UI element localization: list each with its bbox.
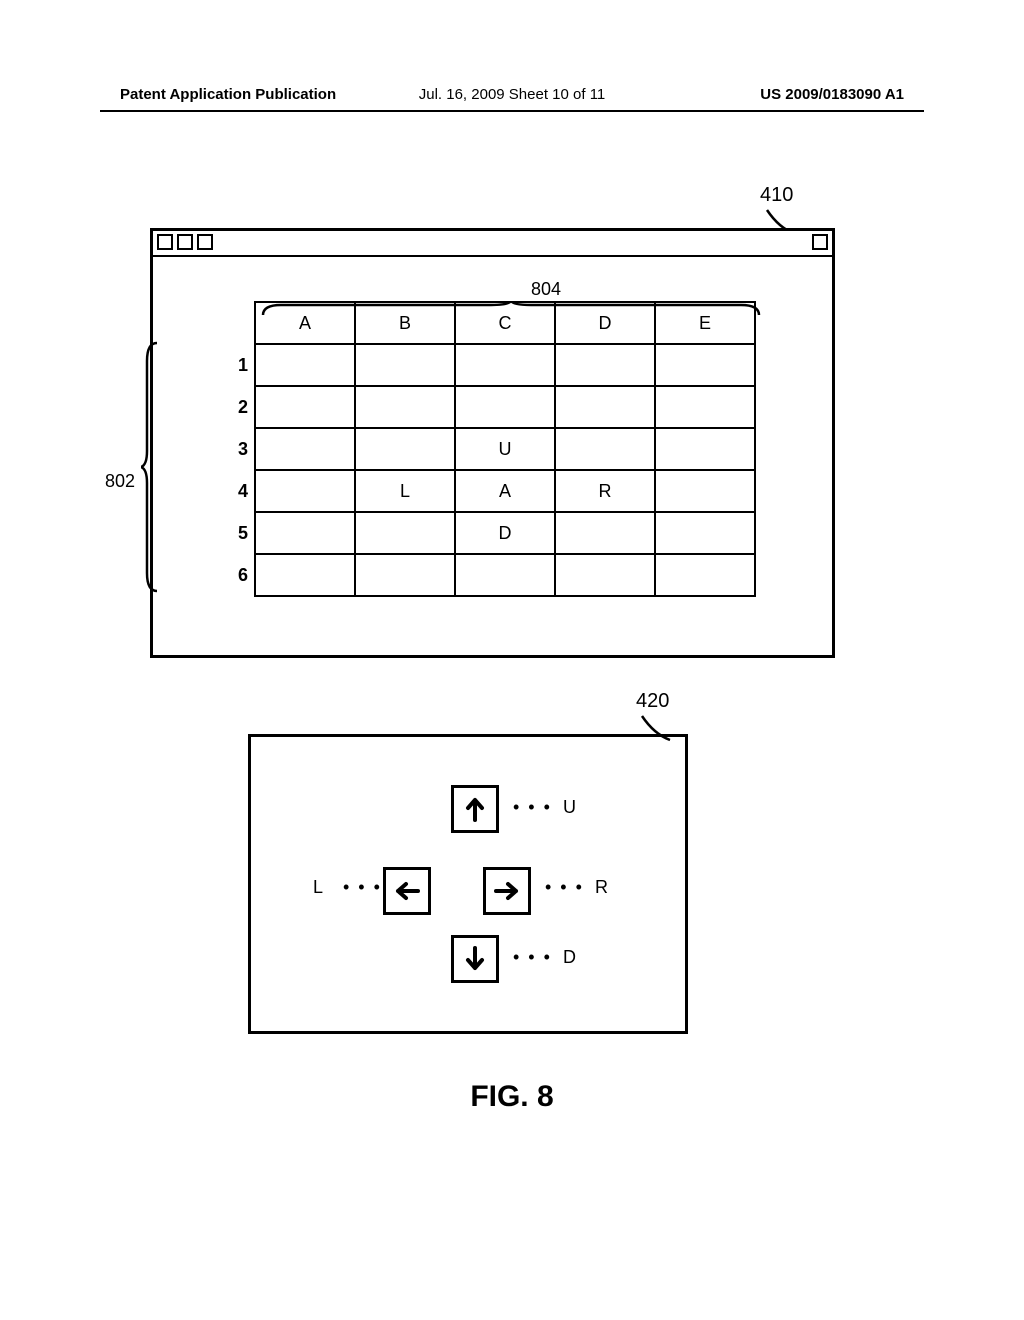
header-center: Jul. 16, 2009 Sheet 10 of 11	[419, 86, 606, 103]
cell[interactable]	[455, 344, 555, 386]
cell[interactable]	[255, 428, 355, 470]
col-header[interactable]: E	[655, 302, 755, 344]
table-row: 5 D	[225, 512, 755, 554]
cell[interactable]	[355, 386, 455, 428]
cell[interactable]	[555, 554, 655, 596]
cell[interactable]	[255, 470, 355, 512]
dots: • • •	[545, 877, 584, 898]
cell[interactable]	[455, 554, 555, 596]
cell[interactable]	[455, 386, 555, 428]
cell[interactable]	[655, 386, 755, 428]
table-row: 1	[225, 344, 755, 386]
row-header[interactable]: 6	[225, 554, 255, 596]
window-control-icon[interactable]	[177, 234, 193, 250]
ref-410: 410	[760, 184, 793, 207]
ref-804: 804	[531, 279, 561, 300]
titlebar	[153, 231, 832, 257]
row-header[interactable]: 2	[225, 386, 255, 428]
cell[interactable]	[555, 344, 655, 386]
col-header[interactable]: B	[355, 302, 455, 344]
ref-420: 420	[636, 690, 669, 713]
titlebar-right-controls	[812, 234, 828, 250]
table-row: 3 U	[225, 428, 755, 470]
ref-802: 802	[105, 471, 135, 492]
arrow-down-key[interactable]	[451, 935, 499, 983]
window-control-icon[interactable]	[197, 234, 213, 250]
keypad-panel: • • • U L • • • • • • R • • •	[248, 734, 688, 1034]
label-r: R	[595, 877, 608, 898]
cell[interactable]	[255, 344, 355, 386]
cell[interactable]	[655, 470, 755, 512]
header-right: US 2009/0183090 A1	[760, 86, 904, 103]
row-header[interactable]: 4	[225, 470, 255, 512]
row-header[interactable]: 5	[225, 512, 255, 554]
corner-cell	[225, 302, 255, 344]
dots: • • •	[513, 947, 552, 968]
cell[interactable]: A	[455, 470, 555, 512]
dots: • • •	[343, 877, 382, 898]
column-header-row: A B C D E	[225, 302, 755, 344]
cell[interactable]	[255, 512, 355, 554]
grid-table: A B C D E 1 2 3	[225, 301, 756, 597]
arrow-right-icon	[492, 876, 522, 906]
spreadsheet: A B C D E 1 2 3	[225, 301, 756, 597]
cell[interactable]	[655, 344, 755, 386]
cell[interactable]	[355, 512, 455, 554]
arrow-down-icon	[460, 944, 490, 974]
arrow-left-key[interactable]	[383, 867, 431, 915]
cell[interactable]	[555, 386, 655, 428]
label-l: L	[313, 877, 323, 898]
cell[interactable]	[655, 554, 755, 596]
col-header[interactable]: A	[255, 302, 355, 344]
page-header: Patent Application Publication Jul. 16, …	[120, 86, 904, 103]
cell[interactable]	[355, 428, 455, 470]
cell[interactable]: R	[555, 470, 655, 512]
table-row: 6	[225, 554, 755, 596]
table-row: 4 L A R	[225, 470, 755, 512]
titlebar-left-controls	[157, 234, 213, 250]
cell[interactable]	[355, 344, 455, 386]
cell[interactable]: U	[455, 428, 555, 470]
cell[interactable]	[355, 554, 455, 596]
cell[interactable]: D	[455, 512, 555, 554]
arrow-up-key[interactable]	[451, 785, 499, 833]
cell[interactable]: L	[355, 470, 455, 512]
cell[interactable]	[255, 386, 355, 428]
cell[interactable]	[255, 554, 355, 596]
table-row: 2	[225, 386, 755, 428]
cell[interactable]	[555, 512, 655, 554]
label-d: D	[563, 947, 576, 968]
label-u: U	[563, 797, 576, 818]
dots: • • •	[513, 797, 552, 818]
row-header[interactable]: 1	[225, 344, 255, 386]
header-rule	[100, 110, 924, 112]
arrow-left-icon	[392, 876, 422, 906]
cell[interactable]	[655, 512, 755, 554]
header-left: Patent Application Publication	[120, 86, 336, 103]
row-header[interactable]: 3	[225, 428, 255, 470]
figure-caption: FIG. 8	[0, 1080, 1024, 1114]
arrow-right-key[interactable]	[483, 867, 531, 915]
arrow-up-icon	[460, 794, 490, 824]
col-header[interactable]: C	[455, 302, 555, 344]
window-control-icon[interactable]	[157, 234, 173, 250]
col-header[interactable]: D	[555, 302, 655, 344]
window-control-icon[interactable]	[812, 234, 828, 250]
app-window: 804 802 A B C D E	[150, 228, 835, 658]
cell[interactable]	[555, 428, 655, 470]
brace-802	[141, 341, 159, 593]
cell[interactable]	[655, 428, 755, 470]
